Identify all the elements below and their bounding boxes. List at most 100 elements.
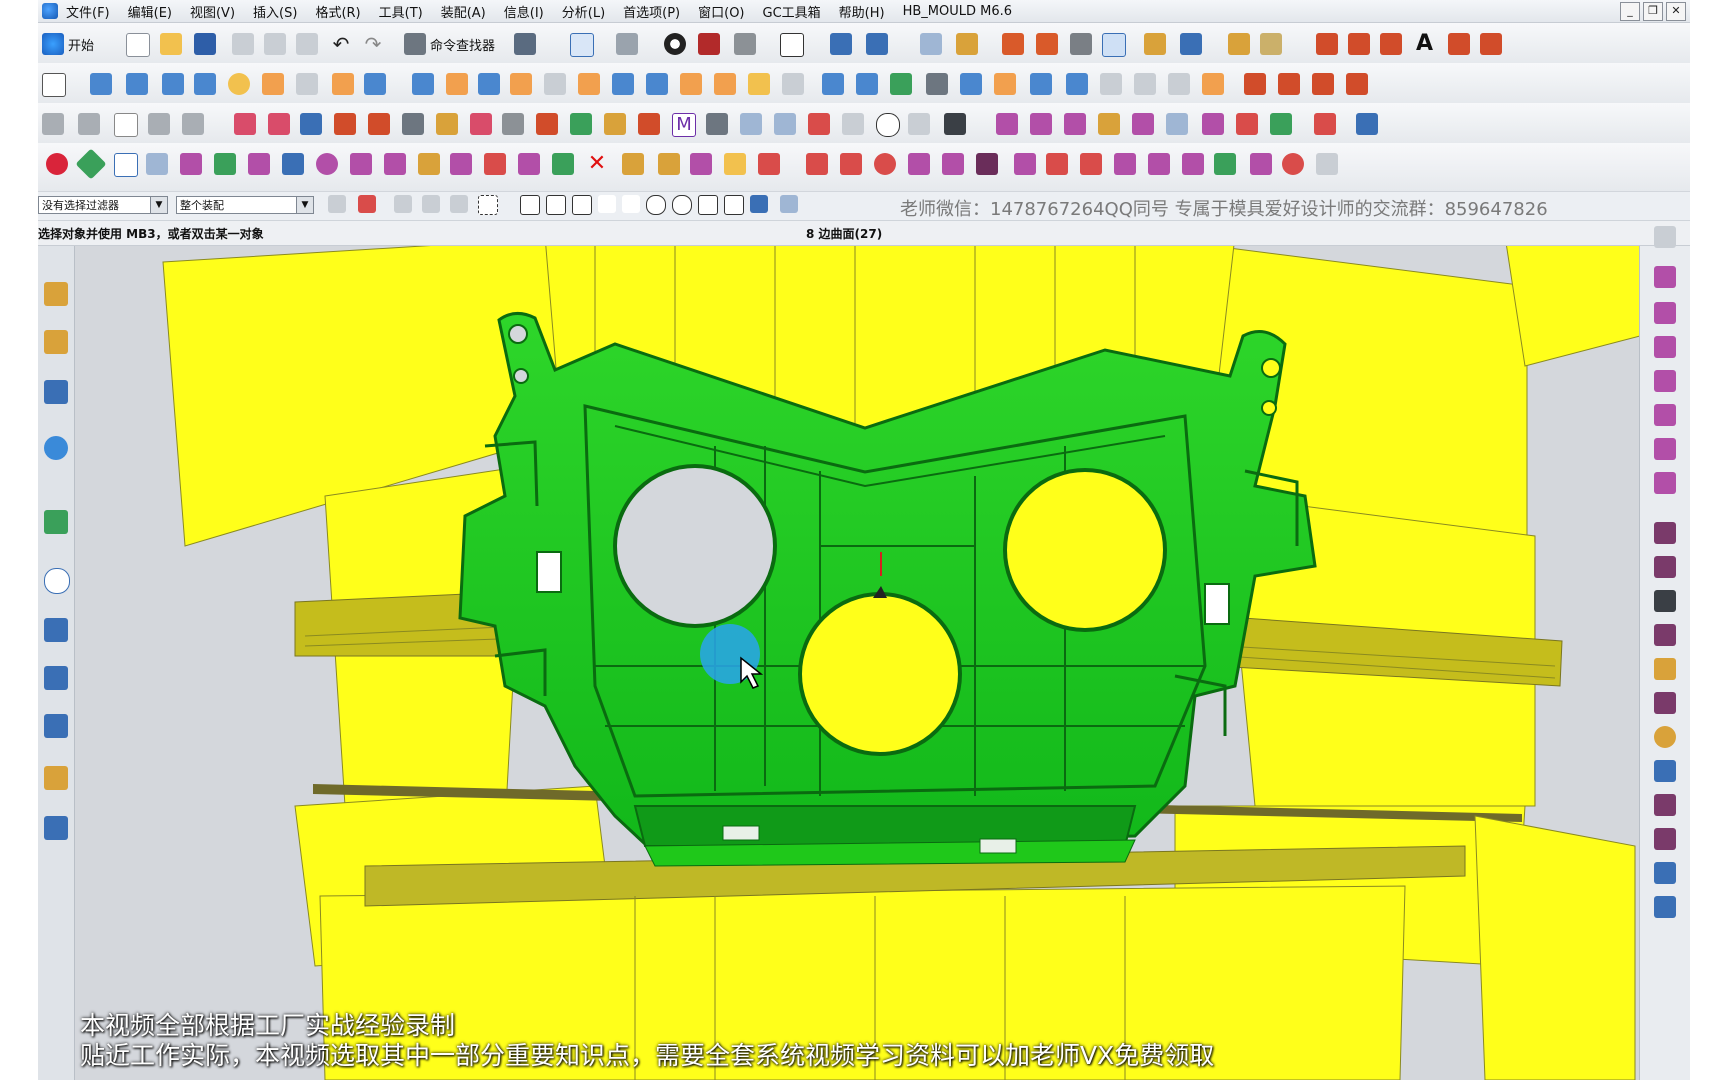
mold-tools-icon[interactable]: [996, 113, 1018, 135]
table-grid-icon[interactable]: [384, 153, 406, 175]
face-analysis-icon[interactable]: [638, 113, 660, 135]
copy-component-icon[interactable]: [690, 153, 712, 175]
measure-distance-icon[interactable]: [1070, 33, 1092, 55]
drawing-icon[interactable]: [1654, 896, 1676, 918]
confirm-icon[interactable]: [552, 153, 574, 175]
transform-icon[interactable]: [1180, 33, 1202, 55]
system-materials-icon[interactable]: [44, 618, 68, 642]
sphere-icon[interactable]: [228, 73, 250, 95]
studio-surface-icon[interactable]: [1168, 73, 1190, 95]
copy-icon[interactable]: [264, 33, 286, 55]
move-object-icon[interactable]: [1144, 33, 1166, 55]
edge-blend-icon[interactable]: [578, 73, 600, 95]
box-outline-icon[interactable]: [114, 153, 138, 177]
mold-csys-icon[interactable]: [1654, 336, 1676, 358]
create-box-icon[interactable]: [1030, 113, 1052, 135]
visual-report-icon[interactable]: [842, 113, 864, 135]
chamfer-icon[interactable]: [612, 73, 634, 95]
edit-component-icon[interactable]: [450, 153, 472, 175]
system-scenes-icon[interactable]: [44, 816, 68, 840]
edge-patch-icon[interactable]: [1132, 113, 1154, 135]
draft-icon[interactable]: [646, 73, 668, 95]
selection-priority-icon[interactable]: [328, 195, 346, 213]
assembly-cut-icon[interactable]: [502, 113, 524, 135]
rotate-tool-icon[interactable]: [874, 153, 896, 175]
shell-icon[interactable]: [680, 73, 702, 95]
mold-base-icon[interactable]: [1654, 472, 1676, 494]
snap-arc-center-icon[interactable]: [646, 195, 666, 215]
point-constructor-icon[interactable]: [956, 33, 978, 55]
playback-icon[interactable]: [876, 113, 900, 137]
region-analysis-icon[interactable]: [1270, 113, 1292, 135]
delete-icon[interactable]: ✕: [586, 153, 608, 175]
selection-scope-dropdown[interactable]: 整个装配 ▼: [176, 196, 314, 214]
bill-of-material-icon[interactable]: [1654, 862, 1676, 884]
clearance-analysis-icon[interactable]: [268, 113, 290, 135]
assembly-navigator-tool-icon[interactable]: [42, 113, 64, 135]
deformable-part-icon[interactable]: [436, 113, 458, 135]
diamond-icon[interactable]: [75, 148, 107, 180]
selection-tool-icon[interactable]: [514, 33, 536, 55]
history-icon[interactable]: [44, 568, 70, 594]
part-family-icon[interactable]: [774, 113, 796, 135]
process-studio-icon[interactable]: [44, 666, 68, 690]
block-icon[interactable]: [162, 73, 184, 95]
wcs-icon[interactable]: [920, 33, 942, 55]
isoparametric-curve-icon[interactable]: [1312, 73, 1334, 95]
fit-view-icon[interactable]: [570, 33, 594, 57]
cooling-icon[interactable]: [1654, 726, 1676, 748]
manikin-icon[interactable]: [44, 714, 68, 738]
start-button-label[interactable]: 开始: [68, 35, 94, 54]
line-icon[interactable]: [1316, 33, 1338, 55]
hatch-icon[interactable]: [350, 153, 372, 175]
refresh-icon[interactable]: [1282, 153, 1304, 175]
shrinkage-icon[interactable]: [1654, 370, 1676, 392]
datum-csys-icon[interactable]: [1002, 33, 1024, 55]
macro-icon[interactable]: M: [672, 113, 696, 137]
undo-icon[interactable]: ↶: [330, 33, 352, 55]
constraint-navigator-icon[interactable]: [44, 330, 68, 354]
cut-icon[interactable]: [232, 33, 254, 55]
menu-information[interactable]: 信息(I): [504, 2, 544, 21]
new-component-icon[interactable]: [114, 113, 138, 137]
snap-quadrant-icon[interactable]: [672, 195, 692, 215]
trim-body-icon[interactable]: [748, 73, 770, 95]
redo-icon[interactable]: ↷: [362, 33, 384, 55]
snap-cube-icon[interactable]: [780, 195, 798, 213]
snap-on-face-icon[interactable]: [724, 195, 744, 215]
reuse-library-icon[interactable]: [44, 436, 68, 460]
dots-grid-icon[interactable]: [976, 153, 998, 175]
red-point-icon[interactable]: [46, 153, 68, 175]
revolve-icon[interactable]: [126, 73, 148, 95]
snap-intersection-icon[interactable]: [622, 195, 640, 213]
offset-face-icon[interactable]: [714, 73, 736, 95]
transform-component-icon[interactable]: [518, 153, 540, 175]
rotate-view-icon[interactable]: [866, 33, 888, 55]
menu-view[interactable]: 视图(V): [190, 2, 235, 21]
pattern-feature-icon[interactable]: [822, 73, 844, 95]
split-body-icon[interactable]: [782, 73, 804, 95]
define-regions-icon[interactable]: [1314, 113, 1336, 135]
curve-rule-icon[interactable]: [358, 195, 376, 213]
core-cavity-icon[interactable]: [1356, 113, 1378, 135]
text-tool-icon[interactable]: A: [1416, 31, 1433, 56]
line-style-icon[interactable]: [1228, 33, 1250, 55]
pen-icon[interactable]: [1046, 153, 1068, 175]
slot-icon[interactable]: [478, 73, 500, 95]
save-icon[interactable]: [194, 33, 216, 55]
menu-assemblies[interactable]: 装配(A): [441, 2, 486, 21]
measure-body-icon[interactable]: [604, 113, 626, 135]
electrode-icon[interactable]: [1654, 760, 1676, 782]
frame-icon[interactable]: [248, 153, 270, 175]
slash-tool-icon[interactable]: [840, 153, 862, 175]
close-button[interactable]: ✕: [1666, 2, 1686, 21]
slider-lifter-icon[interactable]: [1654, 590, 1676, 612]
stop-at-intersection-icon[interactable]: [422, 195, 440, 213]
sub-insert-icon[interactable]: [1654, 624, 1676, 646]
mate-component-icon[interactable]: [148, 113, 170, 135]
datum-axis-icon[interactable]: [1036, 33, 1058, 55]
minimize-button[interactable]: _: [1620, 2, 1640, 21]
spline-icon[interactable]: [1380, 33, 1402, 55]
snap-endpoint-icon[interactable]: [520, 195, 540, 215]
grid-icon[interactable]: [146, 153, 168, 175]
